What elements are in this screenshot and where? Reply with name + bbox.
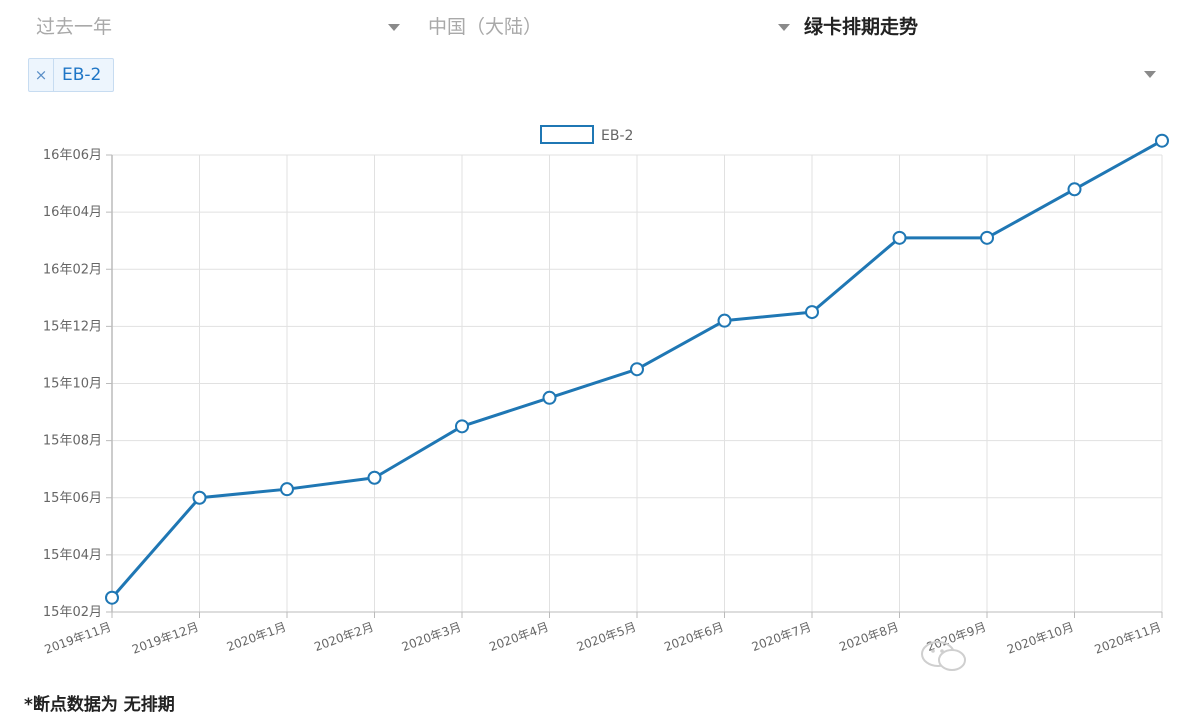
line-chart: 15年02月 15年04月 15年06月 15年08月 15年10月 15年12月 16年0… xyxy=(43,125,1169,657)
data-point xyxy=(192,490,207,505)
y-tick-label: 15年06月 xyxy=(43,491,102,506)
data-point xyxy=(805,305,819,320)
x-tick-label: 2020年6月 xyxy=(662,620,725,654)
y-tick-label: 15年02月 xyxy=(43,605,102,620)
data-point xyxy=(1155,133,1169,148)
x-tick-label: 2020年11月 xyxy=(1093,620,1163,657)
x-tick-label: 2020年3月 xyxy=(400,620,463,654)
y-tick-label: 16年06月 xyxy=(43,148,102,163)
y-tick-label: 15年12月 xyxy=(43,319,102,334)
y-tick-label: 15年08月 xyxy=(43,434,102,449)
data-point xyxy=(980,230,994,245)
x-tick-label: 2019年11月 xyxy=(43,620,113,657)
data-point xyxy=(1067,182,1082,197)
wechat-watermark-icon xyxy=(921,641,966,671)
x-tick-label: 2020年2月 xyxy=(312,620,375,654)
data-point xyxy=(542,390,557,405)
data-point xyxy=(892,230,907,245)
x-tick-label: 2020年1月 xyxy=(225,620,288,654)
data-point xyxy=(280,482,294,497)
data-point xyxy=(717,313,732,328)
data-point xyxy=(630,362,644,377)
legend-swatch xyxy=(540,125,594,144)
legend-label: EB-2 xyxy=(601,128,633,144)
y-tick-label: 15年04月 xyxy=(43,548,102,563)
x-tick-label: 2019年12月 xyxy=(130,620,200,657)
y-tick-label: 15年10月 xyxy=(43,377,102,392)
x-tick-label: 2020年5月 xyxy=(575,620,638,654)
footnote: *断点数据为 无排期 xyxy=(24,695,175,715)
x-tick-label: 2020年10月 xyxy=(1005,620,1075,657)
x-tick-label: 2020年7月 xyxy=(750,620,813,654)
data-point xyxy=(367,470,382,485)
data-point xyxy=(455,419,469,434)
y-tick-label: 16年02月 xyxy=(43,262,102,277)
x-tick-label: 2020年4月 xyxy=(487,620,550,654)
data-point xyxy=(105,590,119,605)
x-tick-label: 2020年8月 xyxy=(837,620,900,654)
y-tick-label: 16年04月 xyxy=(43,205,102,220)
